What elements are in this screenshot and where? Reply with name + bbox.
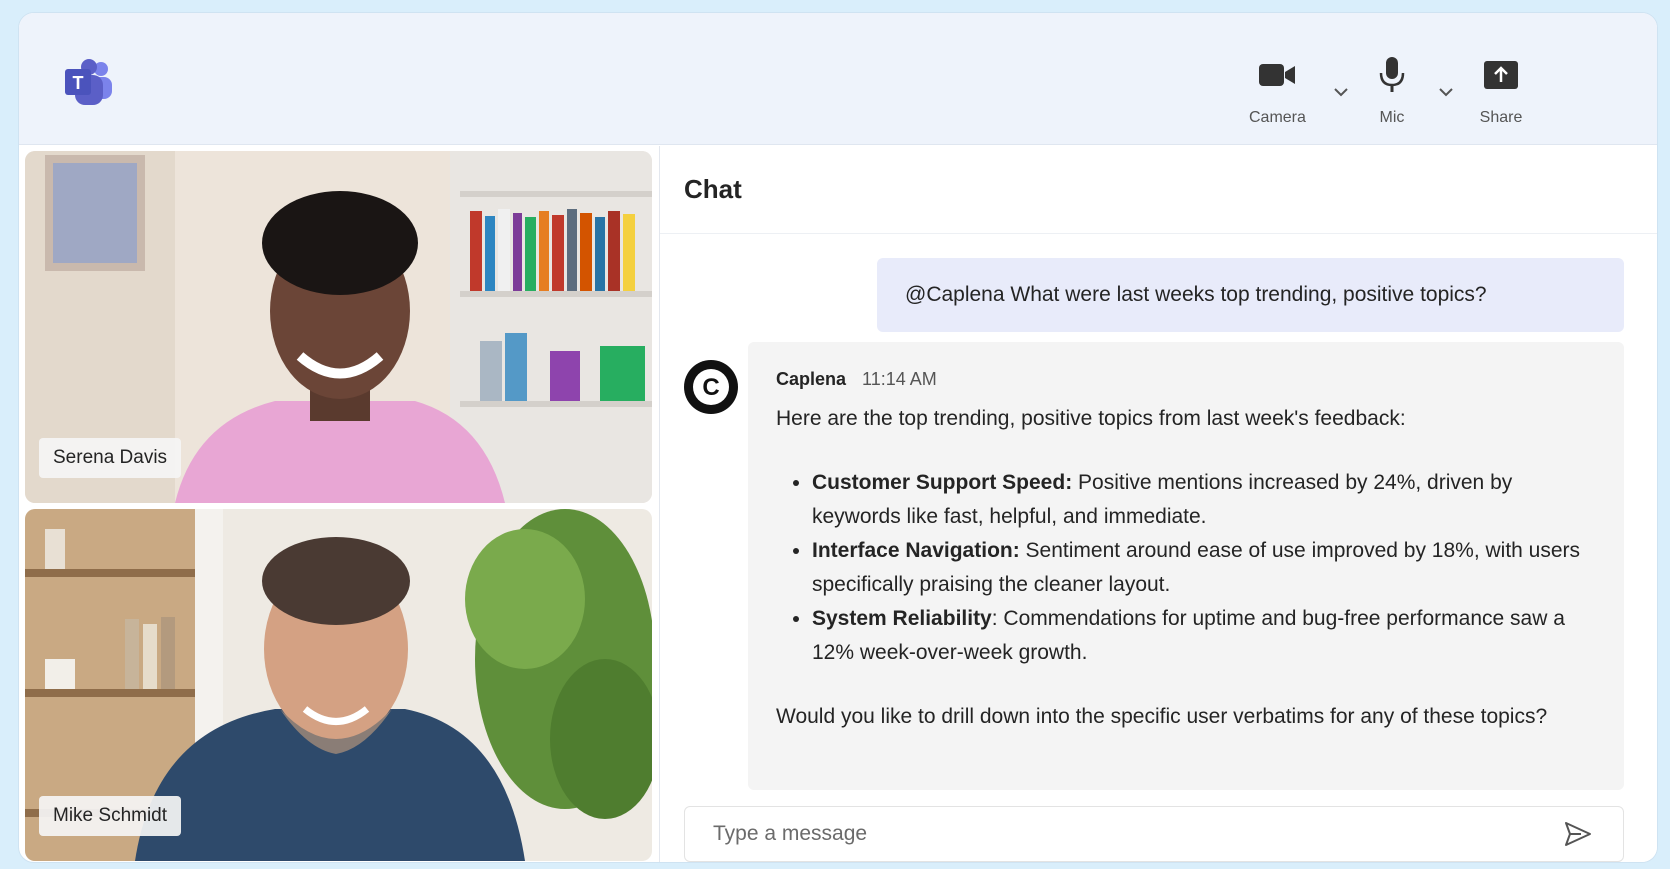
topic-title: Customer Support Speed:	[812, 471, 1073, 494]
share-screen-icon	[1479, 53, 1523, 97]
user-message-bubble[interactable]: @Caplena What were last weeks top trendi…	[877, 258, 1624, 332]
message-meta: Caplena 11:14 AM	[776, 364, 1596, 394]
topic-item: Interface Navigation: Sentiment around e…	[812, 534, 1596, 602]
chat-title: Chat	[660, 146, 1657, 234]
meeting-window: T Camera Mic Share Serena Davis Mike Sch…	[18, 12, 1658, 863]
caplena-avatar[interactable]: C	[684, 360, 738, 414]
camera-icon	[1255, 53, 1299, 97]
user-message-text: @Caplena What were last weeks top trendi…	[905, 283, 1487, 306]
top-bar: T Camera Mic Share	[19, 13, 1657, 145]
chat-panel: Chat @Caplena What were last weeks top t…	[659, 146, 1657, 862]
message-composer	[684, 806, 1624, 862]
sender-name: Caplena	[776, 369, 847, 389]
microphone-icon	[1370, 53, 1414, 97]
share-label: Share	[1479, 109, 1523, 126]
participant-name: Serena Davis	[39, 438, 182, 478]
caplena-logo-icon: C	[693, 369, 729, 405]
topic-title: System Reliability	[812, 607, 992, 630]
video-tile-mike-schmidt[interactable]: Mike Schmidt	[25, 509, 652, 861]
message-input[interactable]	[713, 822, 1561, 846]
send-button[interactable]	[1561, 817, 1595, 851]
mic-label: Mic	[1379, 109, 1405, 126]
topic-title: Interface Navigation:	[812, 539, 1020, 562]
video-tile-serena-davis[interactable]: Serena Davis	[25, 151, 652, 503]
topic-item: System Reliability: Commendations for up…	[812, 602, 1596, 670]
topic-item: Customer Support Speed: Positive mention…	[812, 466, 1596, 534]
topic-list: Customer Support Speed: Positive mention…	[812, 466, 1596, 670]
bot-intro: Here are the top trending, positive topi…	[776, 407, 1406, 430]
mic-options-chevron-down-icon[interactable]	[1437, 83, 1455, 101]
bot-outro: Would you like to drill down into the sp…	[776, 705, 1548, 728]
svg-text:T: T	[73, 73, 84, 93]
participant-name: Mike Schmidt	[39, 796, 182, 836]
camera-options-chevron-down-icon[interactable]	[1332, 83, 1350, 101]
video-gallery: Serena Davis Mike Schmidt	[25, 151, 652, 862]
message-timestamp: 11:14 AM	[862, 369, 937, 389]
teams-logo-icon: T	[65, 59, 112, 105]
bot-message-bubble[interactable]: Caplena 11:14 AM Here are the top trendi…	[748, 342, 1624, 790]
svg-text:C: C	[702, 374, 719, 401]
camera-button[interactable]: Camera	[1249, 53, 1306, 127]
share-button[interactable]: Share	[1479, 53, 1523, 127]
mic-button[interactable]: Mic	[1370, 53, 1414, 127]
send-icon	[1565, 822, 1591, 846]
camera-label: Camera	[1249, 109, 1306, 126]
